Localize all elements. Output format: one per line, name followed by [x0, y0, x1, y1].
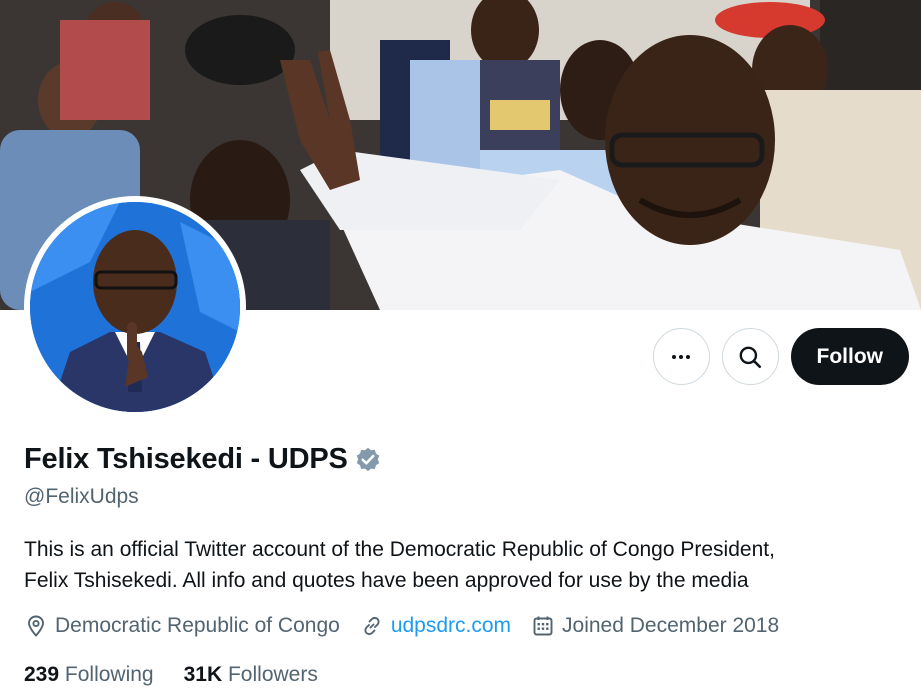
search-button[interactable]	[721, 328, 779, 385]
profile-avatar[interactable]	[24, 196, 246, 418]
avatar-image	[30, 202, 240, 412]
follow-button[interactable]: Follow	[790, 328, 909, 385]
more-button[interactable]	[652, 328, 710, 385]
website-link[interactable]: udpsdrc.com	[391, 614, 511, 638]
search-icon	[739, 346, 762, 368]
profile-stats: 239 Following 31K Followers	[24, 663, 318, 687]
link-icon	[364, 616, 380, 636]
website-item[interactable]: udpsdrc.com	[360, 614, 511, 638]
joined-item: Joined December 2018	[531, 614, 779, 638]
followers-link[interactable]: 31K Followers	[184, 663, 318, 687]
joined-text: Joined December 2018	[562, 614, 780, 637]
verified-badge-icon[interactable]	[354, 446, 382, 474]
profile-bio: This is an official Twitter account of t…	[24, 534, 904, 596]
display-name: Felix Tshisekedi - UDPS	[24, 443, 348, 475]
location-text: Democratic Republic of Congo	[55, 614, 340, 637]
followers-count: 31K	[183, 663, 223, 686]
more-horizontal-icon	[672, 354, 690, 359]
location-item: Democratic Republic of Congo	[24, 614, 340, 638]
bio-line: This is an official Twitter account of t…	[24, 538, 775, 561]
following-link[interactable]: 239 Following	[24, 663, 154, 687]
location-pin-icon	[28, 615, 44, 637]
profile-meta: Democratic Republic of Congo udpsdrc.com…	[24, 614, 799, 638]
profile-handle: @FelixUdps	[24, 485, 139, 508]
following-count: 239	[24, 663, 60, 686]
profile-actions: Follow	[652, 328, 909, 385]
profile-name-row: Felix Tshisekedi - UDPS	[24, 443, 382, 476]
followers-label: Followers	[227, 663, 318, 686]
following-label: Following	[64, 663, 154, 686]
calendar-icon	[533, 616, 553, 636]
bio-line: Felix Tshisekedi. All info and quotes ha…	[24, 569, 749, 592]
